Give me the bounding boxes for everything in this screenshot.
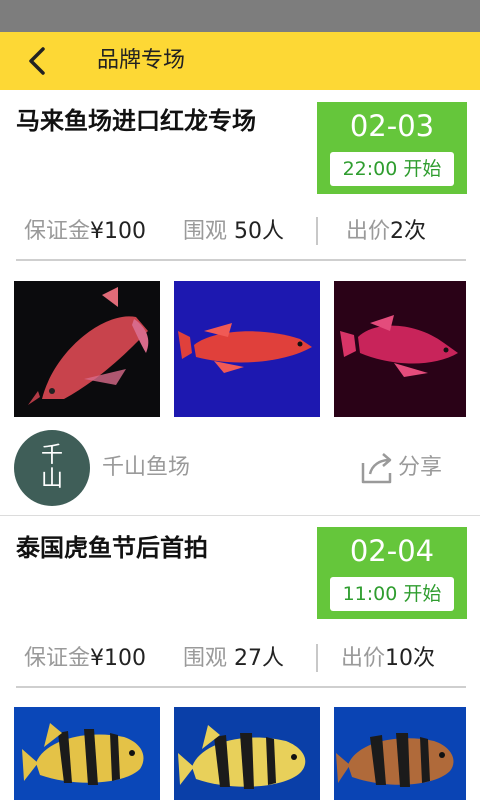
tiger-fish-image [334,707,466,800]
auction-date-box: 02-03 22:00 开始 [317,102,467,194]
tiger-fish-image [174,707,320,800]
bid-value: 2次 [390,219,427,244]
watch-label: 围观 [183,646,228,671]
status-bar [0,0,480,32]
watch-label: 围观 [183,219,228,244]
deposit-value: ¥100 [90,219,147,244]
share-label: 分享 [398,455,443,480]
fish-image[interactable] [14,281,160,417]
stats-divider [316,217,318,245]
bid-label: 出价 [341,646,386,671]
auction-start-time: 11:00 开始 [330,577,454,611]
auction-title: 马来鱼场进口红龙专场 [16,107,256,135]
bid-stat: 出价2次 [346,212,426,252]
share-button[interactable]: 分享 [360,450,460,486]
chevron-left-icon [29,47,45,75]
shop-avatar[interactable]: 千 山 [14,430,90,506]
auction-stats: 保证金¥100 围观 50人 出价2次 [0,212,480,252]
watch-stat: 围观 27人 [183,639,284,679]
shop-name[interactable]: 千山鱼场 [102,452,190,484]
red-arowana-image [334,281,466,417]
deposit-stat: 保证金¥100 [24,212,146,252]
page-title: 品牌专场 [97,48,186,73]
fish-image[interactable] [174,707,320,800]
red-arowana-image [14,281,160,417]
shop-avatar-char: 山 [40,467,63,492]
shop-avatar-char: 千 [40,443,63,468]
tiger-fish-image [14,707,160,800]
auction-date: 02-03 [349,109,435,143]
shop-row[interactable]: 千 山 千山鱼场 分享 [0,430,480,506]
fish-image[interactable] [174,281,320,417]
deposit-stat: 保证金¥100 [24,639,146,679]
auction-title: 泰国虎鱼节后首拍 [16,534,208,562]
auction-start-time: 22:00 开始 [330,152,454,186]
auction-card[interactable]: 泰国虎鱼节后首拍 02-04 11:00 开始 保证金¥100 围观 27人 出… [0,517,480,800]
bid-value: 10次 [385,646,436,671]
divider [0,515,480,516]
fish-image[interactable] [14,707,160,800]
auction-date: 02-04 [349,534,435,568]
stats-divider [316,644,318,672]
auction-card[interactable]: 马来鱼场进口红龙专场 02-03 22:00 开始 保证金¥100 围观 50人… [0,90,480,520]
deposit-label: 保证金 [24,219,91,244]
watch-value: 27人 [234,646,285,671]
fish-image[interactable] [334,707,466,800]
bid-label: 出价 [346,219,391,244]
back-button[interactable] [18,44,58,78]
deposit-label: 保证金 [24,646,91,671]
share-icon [361,453,392,484]
divider [16,259,466,261]
divider [16,686,466,688]
bid-stat: 出价10次 [341,639,435,679]
fish-image[interactable] [334,281,466,417]
red-arowana-image [174,281,320,417]
auction-stats: 保证金¥100 围观 27人 出价10次 [0,639,480,679]
watch-stat: 围观 50人 [183,212,284,252]
auction-date-box: 02-04 11:00 开始 [317,527,467,619]
watch-value: 50人 [234,219,285,244]
deposit-value: ¥100 [90,646,147,671]
nav-bar: 品牌专场 [0,32,480,90]
